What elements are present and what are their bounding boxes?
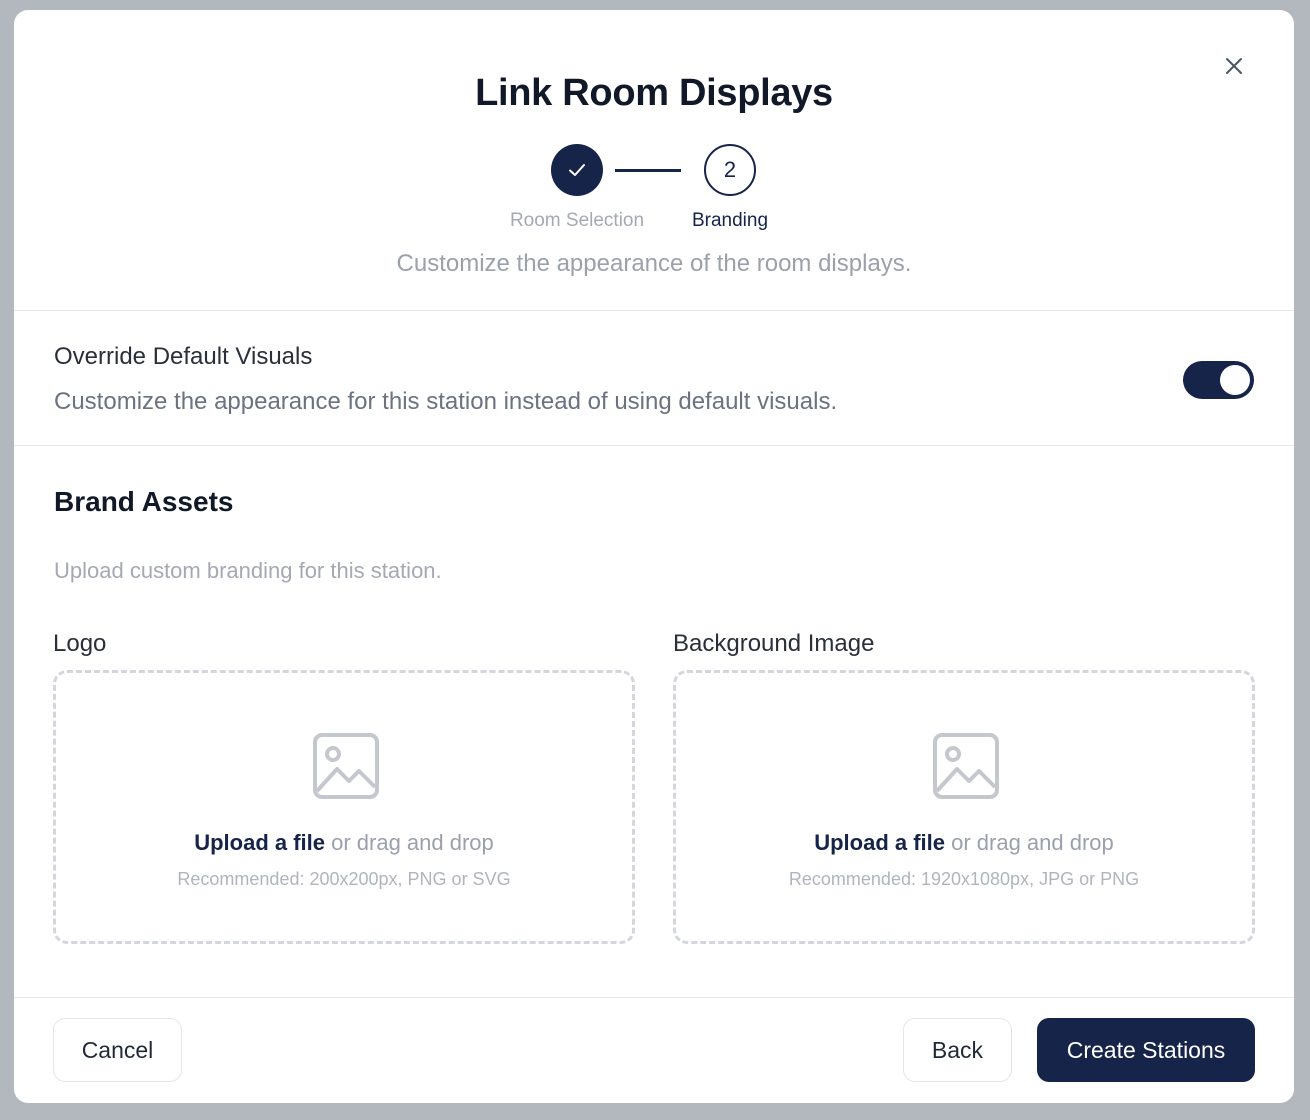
modal-subtitle: Customize the appearance of the room dis… [396, 250, 912, 277]
image-icon [313, 733, 379, 799]
background-label: Background Image [673, 630, 875, 657]
background-dropzone[interactable]: Upload a file or drag and drop Recommend… [673, 670, 1255, 944]
modal-header: Link Room Displays 2 Room Selection Bran… [14, 10, 1294, 311]
step-2-number: 2 [723, 157, 737, 182]
check-icon [569, 164, 585, 176]
background-drag-text: or drag and drop [945, 830, 1114, 855]
step-label-branding: Branding [691, 210, 769, 231]
cancel-button[interactable]: Cancel [53, 1018, 182, 1082]
brand-assets-section: Brand Assets Upload custom branding for … [14, 446, 1294, 998]
stepper: 2 Room Selection Branding [14, 144, 1294, 244]
brand-assets-title: Brand Assets [54, 486, 234, 517]
background-upload-text: Upload a file or drag and drop [676, 830, 1252, 856]
background-upload: Background Image Upload a file or drag a… [673, 630, 1255, 944]
logo-dropzone[interactable]: Upload a file or drag and drop Recommend… [53, 670, 635, 944]
step-2-current[interactable]: 2 [704, 144, 756, 196]
link-room-displays-modal: Link Room Displays 2 Room Selection Bran… [14, 10, 1294, 1103]
background-hint: Recommended: 1920x1080px, JPG or PNG [788, 869, 1140, 889]
create-stations-button[interactable]: Create Stations [1037, 1018, 1255, 1082]
back-button[interactable]: Back [903, 1018, 1012, 1082]
modal-title: Link Room Displays [475, 72, 833, 114]
logo-upload-link[interactable]: Upload a file [194, 830, 325, 855]
override-toggle[interactable] [1183, 361, 1254, 399]
logo-upload-text: Upload a file or drag and drop [56, 830, 632, 856]
step-1-completed[interactable] [551, 144, 603, 196]
image-icon [933, 733, 999, 799]
logo-upload: Logo Upload a file or drag and drop Reco… [53, 630, 635, 944]
override-description: Customize the appearance for this statio… [54, 388, 838, 415]
override-title: Override Default Visuals [54, 343, 313, 370]
modal-footer: Cancel Back Create Stations [14, 998, 1294, 1102]
logo-label: Logo [53, 630, 107, 657]
toggle-knob [1220, 365, 1250, 395]
brand-assets-description: Upload custom branding for this station. [54, 558, 442, 583]
step-label-room-selection: Room Selection [509, 210, 645, 231]
logo-drag-text: or drag and drop [325, 830, 494, 855]
logo-hint: Recommended: 200x200px, PNG or SVG [177, 869, 511, 889]
background-upload-link[interactable]: Upload a file [814, 830, 945, 855]
step-connector [615, 169, 681, 172]
override-section: Override Default Visuals Customize the a… [14, 311, 1294, 446]
